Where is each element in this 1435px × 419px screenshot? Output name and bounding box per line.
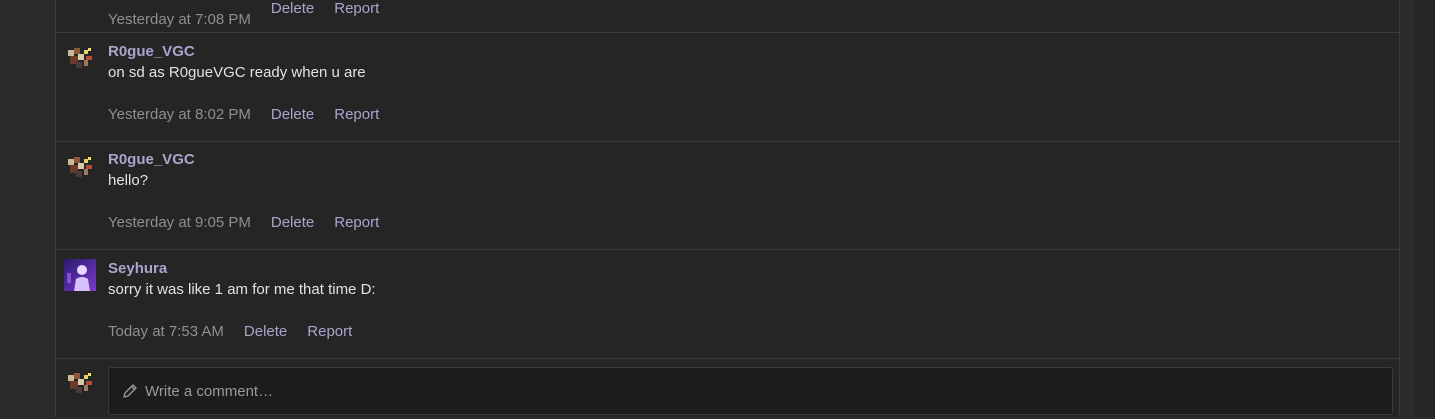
comment-input-placeholder: Write a comment… bbox=[145, 382, 274, 400]
purple-figure-avatar-icon bbox=[64, 259, 96, 291]
comment-time[interactable]: Yesterday at 9:05 PM bbox=[108, 214, 251, 232]
delete-link[interactable]: Delete bbox=[271, 0, 314, 17]
comments-panel: Yesterday at 7:08 PM Delete Report R0gue… bbox=[55, 0, 1400, 417]
comment-author[interactable]: Seyhura bbox=[108, 260, 376, 278]
avatar bbox=[64, 367, 96, 399]
report-link[interactable]: Report bbox=[334, 106, 379, 124]
right-scroll-strip bbox=[1415, 0, 1435, 417]
comment-time: Yesterday at 7:08 PM bbox=[108, 11, 251, 28]
comment-item: Seyhura sorry it was like 1 am for me th… bbox=[56, 249, 1399, 359]
report-link[interactable]: Report bbox=[334, 0, 379, 17]
pencil-icon bbox=[123, 384, 137, 398]
comment-input[interactable]: Write a comment… bbox=[108, 367, 1393, 415]
comment-author[interactable]: R0gue_VGC bbox=[108, 43, 379, 61]
comment-time[interactable]: Today at 7:53 AM bbox=[108, 323, 224, 341]
pixel-sprite-avatar-icon bbox=[68, 48, 92, 68]
pixel-sprite-avatar-icon bbox=[68, 157, 92, 177]
delete-link[interactable]: Delete bbox=[271, 106, 314, 124]
comment-meta-previous: Yesterday at 7:08 PM Delete Report bbox=[108, 0, 379, 28]
comment-item: R0gue_VGC on sd as R0gueVGC ready when u… bbox=[56, 32, 1399, 142]
comment-time[interactable]: Yesterday at 8:02 PM bbox=[108, 106, 251, 124]
reply-row: Write a comment… bbox=[56, 358, 1399, 419]
report-link[interactable]: Report bbox=[307, 323, 352, 341]
avatar[interactable] bbox=[64, 151, 96, 183]
delete-link[interactable]: Delete bbox=[271, 214, 314, 232]
delete-link[interactable]: Delete bbox=[244, 323, 287, 341]
pixel-sprite-avatar-icon bbox=[68, 373, 92, 393]
report-link[interactable]: Report bbox=[334, 214, 379, 232]
comment-item: R0gue_VGC hello? Yesterday at 9:05 PM De… bbox=[56, 141, 1399, 250]
comment-text: hello? bbox=[108, 172, 149, 189]
avatar[interactable] bbox=[64, 259, 96, 291]
avatar[interactable] bbox=[64, 42, 96, 74]
comment-text: sorry it was like 1 am for me that time … bbox=[108, 281, 376, 298]
comment-text: on sd as R0gueVGC ready when u are bbox=[108, 64, 366, 81]
comment-author[interactable]: R0gue_VGC bbox=[108, 151, 379, 169]
